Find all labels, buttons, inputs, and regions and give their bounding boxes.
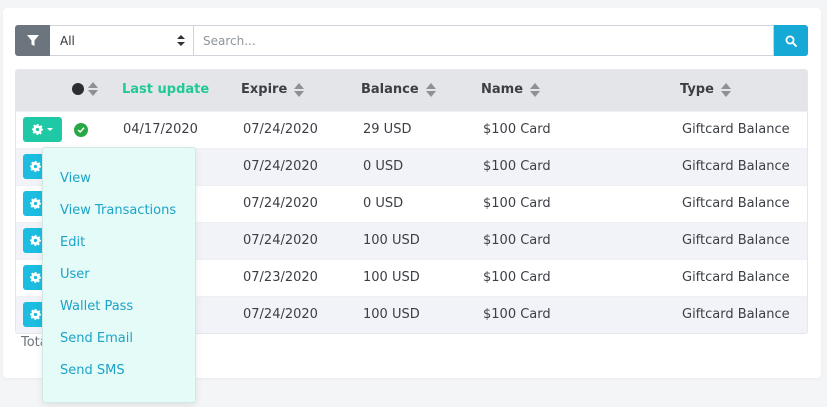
expire-column-header[interactable]: Expire [241, 82, 305, 97]
filter-button[interactable] [15, 25, 50, 56]
expire-header-label: Expire [241, 82, 288, 97]
type-header-label: Type [680, 82, 714, 97]
chevron-down-icon [47, 128, 53, 131]
type-cell: Giftcard Balance [682, 122, 790, 137]
menu-item-view-transactions[interactable]: View Transactions [43, 195, 195, 227]
menu-item-send-email[interactable]: Send Email [43, 323, 195, 355]
name-cell: $100 Card [483, 159, 551, 174]
sort-icon[interactable] [530, 82, 541, 97]
menu-item-send-sms[interactable]: Send SMS [43, 355, 195, 387]
menu-item-view[interactable]: View [43, 163, 195, 195]
balance-cell: 100 USD [363, 307, 420, 322]
table-row[interactable]: 04/17/2020 07/24/2020 29 USD $100 Card G… [16, 111, 807, 148]
name-cell: $100 Card [483, 233, 551, 248]
type-cell: Giftcard Balance [682, 196, 790, 211]
sort-icon[interactable] [720, 82, 731, 97]
name-cell: $100 Card [483, 270, 551, 285]
type-cell: Giftcard Balance [682, 233, 790, 248]
menu-item-wallet-pass[interactable]: Wallet Pass [43, 291, 195, 323]
expire-cell: 07/24/2020 [243, 233, 318, 248]
sort-icon[interactable] [425, 82, 436, 97]
sort-icon[interactable] [294, 82, 305, 97]
gear-icon [29, 161, 41, 172]
type-column-header[interactable]: Type [680, 82, 731, 97]
search-icon [785, 35, 797, 47]
expire-cell: 07/24/2020 [243, 307, 318, 322]
balance-cell: 0 USD [363, 196, 404, 211]
sort-icon[interactable] [88, 82, 98, 96]
name-cell: $100 Card [483, 307, 551, 322]
balance-cell: 100 USD [363, 270, 420, 285]
balance-column-header[interactable]: Balance [361, 82, 436, 97]
gear-icon [29, 235, 41, 246]
balance-cell: 29 USD [363, 122, 412, 137]
expire-cell: 07/24/2020 [243, 196, 318, 211]
last-update-column-header[interactable]: Last update [122, 82, 209, 97]
status-column-header[interactable] [72, 82, 98, 96]
expire-cell: 07/23/2020 [243, 270, 318, 285]
search-button[interactable] [774, 25, 808, 56]
name-column-header[interactable]: Name [481, 82, 541, 97]
search-input[interactable] [194, 25, 774, 56]
gear-icon [29, 198, 41, 209]
select-arrows-icon [177, 35, 185, 46]
row-actions-dropdown: View View Transactions Edit User Wallet … [42, 147, 196, 403]
expire-cell: 07/24/2020 [243, 159, 318, 174]
status-select[interactable]: All [50, 25, 194, 56]
table-header: Last update Expire Balance Name Type [16, 70, 807, 111]
gear-icon [29, 272, 41, 283]
toolbar: All [15, 25, 808, 56]
balance-header-label: Balance [361, 82, 419, 97]
name-cell: $100 Card [483, 122, 551, 137]
balance-cell: 0 USD [363, 159, 404, 174]
name-cell: $100 Card [483, 196, 551, 211]
gear-icon [32, 124, 43, 135]
last-update-cell: 04/17/2020 [123, 122, 198, 137]
menu-item-edit[interactable]: Edit [43, 227, 195, 259]
gear-icon [29, 309, 41, 320]
type-cell: Giftcard Balance [682, 270, 790, 285]
status-select-value: All [60, 33, 75, 48]
type-cell: Giftcard Balance [682, 307, 790, 322]
row-actions-button[interactable] [23, 117, 62, 142]
expire-cell: 07/24/2020 [243, 122, 318, 137]
last-update-header-label: Last update [122, 82, 210, 97]
balance-cell: 100 USD [363, 233, 420, 248]
filter-icon [26, 34, 39, 46]
type-cell: Giftcard Balance [682, 159, 790, 174]
active-check-icon [74, 123, 88, 137]
name-header-label: Name [481, 82, 524, 97]
menu-item-user[interactable]: User [43, 259, 195, 291]
status-dot-icon [72, 83, 84, 95]
